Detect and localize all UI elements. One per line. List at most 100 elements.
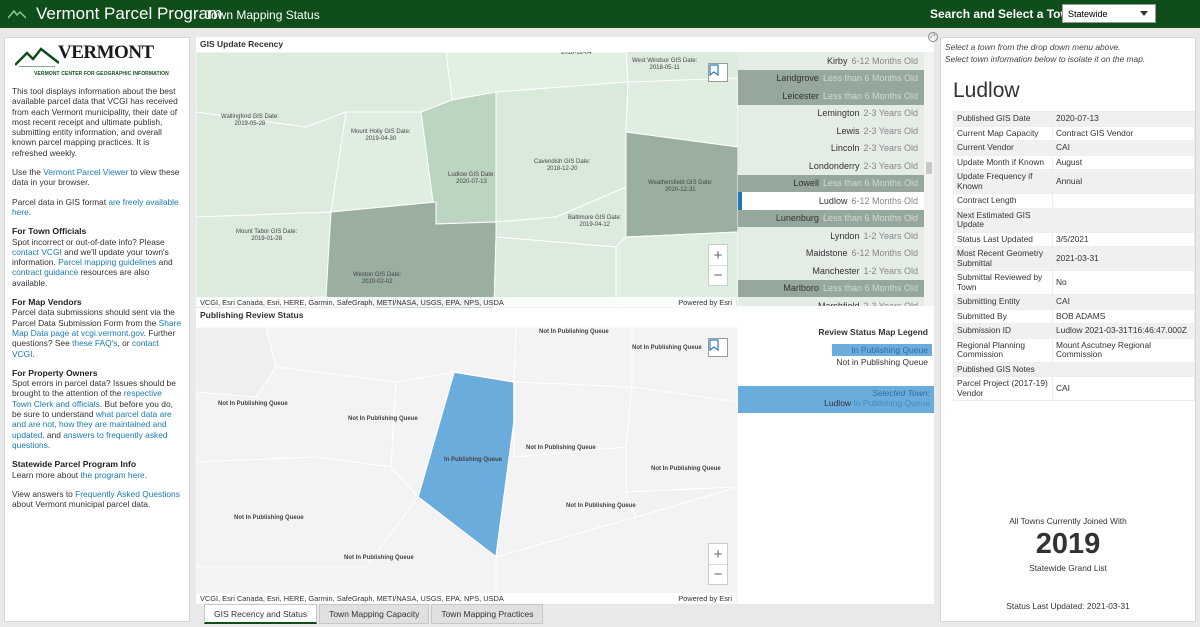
app-subtitle: Town Mapping Status: [205, 8, 320, 22]
town-list-item[interactable]: Manchester 1-2 Years Old: [738, 262, 932, 280]
info-value: Annual: [1052, 169, 1195, 194]
parcel-viewer-link[interactable]: Vermont Parcel Viewer: [43, 167, 128, 177]
info-row[interactable]: Published GIS Date 2020-07-13: [953, 111, 1195, 127]
town-list-status: 2-3 Years Old: [863, 160, 918, 171]
viewer-text: Use the Vermont Parcel Viewer to view th…: [12, 167, 180, 188]
info-row[interactable]: Update Month if Known August: [953, 154, 1195, 170]
grand-list-label: Statewide Grand List: [1029, 563, 1107, 573]
gis-text: Parcel data in GIS format are freely ava…: [12, 196, 179, 217]
town-name: Ludlow: [953, 79, 1020, 102]
town-list-item[interactable]: Maidstone 6-12 Months Old: [738, 244, 932, 262]
town-list-item[interactable]: Londonderry 2-3 Years Old: [738, 157, 932, 175]
info-row[interactable]: Regional Planning Commission Mount Ascutn…: [953, 337, 1195, 363]
town-list-name: Londonderry: [808, 160, 860, 171]
selected-town-status: In Publishing Queue: [853, 398, 930, 408]
town-list-status: 6-12 Months Old: [851, 55, 918, 66]
officials-section: For Town Officials Spot incorrect or out-…: [12, 226, 182, 288]
town-list-item[interactable]: Marshfield 2-3 Years Old: [738, 297, 932, 306]
town-list-scrollbar[interactable]: [924, 52, 934, 306]
info-row[interactable]: Submittal Reviewed by Town No: [953, 270, 1195, 295]
map-label-mount-tabor: Mount Tabor GIS Date: 2019-01-28: [236, 229, 298, 242]
town-list-name: Landgrove: [776, 73, 819, 84]
town-list-item[interactable]: Ludlow 6-12 Months Old: [738, 192, 932, 210]
powered-by-esri[interactable]: Powered by Esri: [678, 594, 732, 603]
info-row[interactable]: Submission ID Ludlow 2021-03-31T16:46:47.…: [953, 323, 1195, 339]
info-row[interactable]: Contract Length: [953, 193, 1195, 209]
contact-vcgi-link[interactable]: contact VCGI: [12, 247, 62, 257]
info-value: [1052, 207, 1195, 233]
mapping-guidelines-link[interactable]: Parcel mapping guidelines: [58, 257, 156, 267]
info-row[interactable]: Submitting Entity CAI: [953, 294, 1195, 310]
tab-gis-recency[interactable]: GIS Recency and Status: [204, 604, 318, 624]
town-list-item[interactable]: Leicester Less than 6 Months Old: [738, 87, 932, 105]
town-list-status: Less than 6 Months Old: [822, 90, 918, 101]
faqs-link[interactable]: these FAQ's: [72, 338, 117, 348]
info-value: 2021-03-31: [1052, 246, 1195, 271]
info-value: 2020-07-13: [1052, 111, 1195, 127]
powered-by-esri[interactable]: Powered by Esri: [678, 298, 732, 307]
tab-mapping-practices[interactable]: Town Mapping Practices: [431, 604, 544, 624]
town-list-status: Less than 6 Months Old: [822, 178, 918, 189]
info-row[interactable]: Most Recent Geometry Submittal 2021-03-31: [953, 246, 1195, 271]
grand-list-year: 2019: [1035, 528, 1101, 560]
gis-recency-map[interactable]: 2018-12-04 West Windsor GIS Date: 2018-05…: [196, 52, 738, 308]
info-row[interactable]: Parcel Project (2017-19) Vendor CAI: [953, 376, 1195, 401]
town-list-item[interactable]: Lincoln 2-3 Years Old: [738, 139, 932, 157]
info-row[interactable]: Update Frequency if Known Annual: [953, 169, 1195, 194]
info-row[interactable]: Current Vendor CAI: [953, 140, 1195, 156]
owners-section: For Property Owners Spot errors in parcel…: [12, 368, 182, 450]
info-row[interactable]: Next Estimated GIS Update: [953, 207, 1195, 233]
town-list-name: Leicester: [782, 90, 819, 101]
scrollbar-thumb[interactable]: [926, 162, 932, 174]
review-label: Not In Publishing Queue: [651, 466, 721, 472]
program-link[interactable]: the program here: [80, 470, 144, 480]
info-value: Mount Ascutney Regional Commission: [1052, 337, 1195, 363]
town-list-item[interactable]: Lyndon 1-2 Years Old: [738, 227, 932, 245]
town-list-item[interactable]: Lemington 2-3 Years Old: [738, 104, 932, 122]
tab-mapping-capacity[interactable]: Town Mapping Capacity: [319, 604, 430, 624]
town-list-item[interactable]: Landgrove Less than 6 Months Old: [738, 69, 932, 87]
review-label: Not In Publishing Queue: [539, 329, 609, 335]
info-row[interactable]: Published GIS Notes: [953, 361, 1195, 377]
town-list-name: Lowell: [793, 178, 819, 189]
town-list-item[interactable]: Kirby 6-12 Months Old: [738, 52, 932, 70]
expand-icon[interactable]: ⤢: [928, 32, 938, 42]
frequently-asked-questions-link[interactable]: Frequently Asked Questions: [75, 489, 180, 499]
town-list-status: 2-3 Years Old: [863, 143, 918, 154]
town-list-name: Kirby: [826, 55, 848, 66]
bookmark-icon: [709, 339, 719, 351]
zoom-out-button[interactable]: −: [709, 265, 727, 285]
info-value: CAI: [1052, 140, 1195, 156]
info-key: Submittal Reviewed by Town: [953, 270, 1053, 295]
zoom-in-button[interactable]: +: [709, 245, 727, 265]
info-key: Published GIS Date: [953, 111, 1053, 127]
review-map-title: Publishing Review Status: [200, 310, 304, 320]
town-list-item[interactable]: Lunenburg Less than 6 Months Old: [738, 209, 932, 227]
town-list-item[interactable]: Lowell Less than 6 Months Old: [738, 174, 932, 192]
zoom-in-button[interactable]: +: [709, 544, 727, 564]
info-row[interactable]: Status Last Updated 3/5/2021: [953, 231, 1195, 247]
town-list-item[interactable]: Marlboro Less than 6 Months Old: [738, 279, 932, 297]
info-key: Submission ID: [953, 323, 1053, 339]
bookmark-button[interactable]: [708, 338, 728, 357]
town-list[interactable]: Kirby 6-12 Months Old Landgrove Less than 6…: [738, 52, 932, 306]
zoom-control: + −: [708, 244, 728, 286]
info-value: Ludlow 2021-03-31T16:46:47.000Z: [1052, 323, 1195, 339]
town-list-status: 1-2 Years Old: [863, 265, 918, 276]
publishing-review-map[interactable]: Not In Publishing Queue Not In Publishin…: [196, 327, 738, 604]
app-header: Vermont Parcel Program Town Mapping Stat…: [0, 0, 1200, 28]
review-label: Not In Publishing Queue: [234, 515, 304, 521]
town-list-status: 2-3 Years Old: [863, 300, 918, 306]
town-select[interactable]: Statewide: [1062, 4, 1156, 23]
zoom-out-button[interactable]: −: [709, 564, 727, 584]
program-info-section: Statewide Parcel Program Info Learn more …: [12, 459, 182, 480]
info-row[interactable]: Current Map Capacity Contract GIS Vendor: [953, 125, 1195, 141]
town-select-value: Statewide: [1068, 9, 1108, 19]
info-value: 3/5/2021: [1052, 231, 1195, 247]
town-list-item[interactable]: Lewis 2-3 Years Old: [738, 122, 932, 140]
contract-guidance-link[interactable]: contract guidance: [12, 267, 78, 277]
bookmark-button[interactable]: [708, 63, 728, 82]
gis-map-title: GIS Update Recency: [200, 39, 284, 49]
map-label-cavendish: Cavendish GIS Date: 2018-12-20: [534, 159, 591, 172]
info-row[interactable]: Submitted By BOB ADAMS: [953, 308, 1195, 324]
